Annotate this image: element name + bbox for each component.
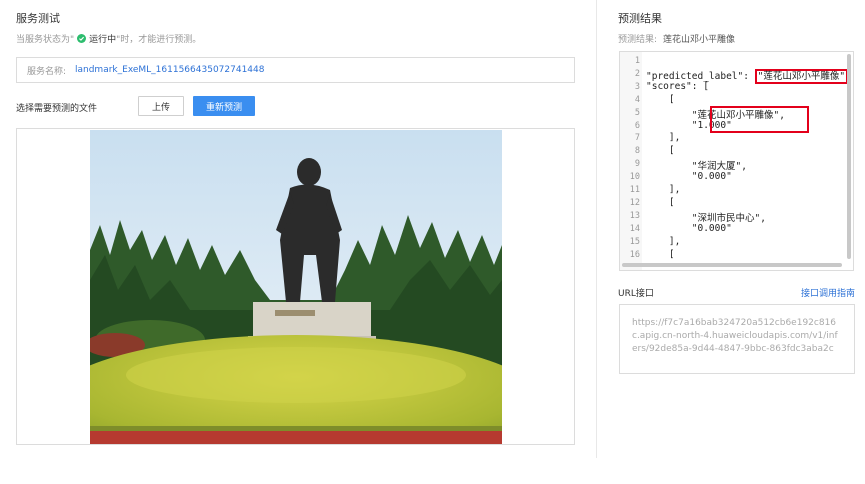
code-text: [ <box>646 93 675 105</box>
upload-button[interactable]: 上传 <box>138 96 184 116</box>
url-value[interactable]: https://f7c7a16bab324720a512cb6e192c816c… <box>619 304 855 374</box>
status-running: 运行中 <box>89 35 117 45</box>
code-line: ], <box>646 236 680 247</box>
file-select-label: 选择需要预测的文件 <box>16 104 98 114</box>
code-line: [ <box>646 145 675 156</box>
code-line: "华润大厦", <box>646 158 747 172</box>
status-hint: 当服务状态为" 运行中 "时，才能进行预测。 <box>16 32 201 45</box>
prediction-result-title: 预测结果 <box>618 12 662 25</box>
line-number: 8 <box>634 146 640 157</box>
line-number: 15 <box>629 236 640 247</box>
code-text: ], <box>646 235 681 247</box>
code-text: "0.000" <box>646 222 732 234</box>
status-hint-prefix: 当服务状态为" <box>16 35 75 45</box>
code-text: [ <box>646 248 675 260</box>
code-text: ], <box>646 132 681 144</box>
code-text: [ <box>646 196 675 208</box>
line-number: 6 <box>634 120 640 131</box>
result-summary-label: 预测结果: <box>618 35 658 45</box>
line-number: 1 <box>634 56 640 66</box>
line-number: 13 <box>629 210 640 221</box>
predicted-label-highlight: "莲花山邓小平雕像" <box>754 68 849 84</box>
vertical-scrollbar[interactable] <box>847 54 851 259</box>
url-interface-label: URL接口 <box>618 289 654 299</box>
line-number: 3 <box>634 81 640 92</box>
line-number: 10 <box>629 172 640 183</box>
line-number: 12 <box>629 197 640 208</box>
code-text: "0.000" <box>646 171 732 183</box>
line-number: 9 <box>634 159 640 170</box>
uploaded-photo <box>90 130 502 444</box>
line-number: 5 <box>634 107 640 118</box>
status-hint-suffix: "时，才能进行预测。 <box>116 35 202 45</box>
line-number: 14 <box>629 223 640 234</box>
line-number: 4 <box>634 94 640 105</box>
code-line: "predicted_label": "莲花山邓小平雕像" <box>646 68 849 84</box>
service-name-field: 服务名称: landmark_ExeML_1611566435072741448 <box>16 57 575 83</box>
line-number: 7 <box>634 133 640 144</box>
code-line: "scores": [ <box>646 81 709 92</box>
code-text: "scores": [ <box>646 80 709 92</box>
code-line: "0.000" <box>646 171 732 182</box>
line-number: 2 <box>634 68 640 79</box>
code-line: ], <box>646 184 680 195</box>
re-predict-button[interactable]: 重新预测 <box>193 96 255 116</box>
result-summary: 预测结果: 莲花山邓小平雕像 <box>618 32 735 45</box>
prediction-result-panel: 预测结果 预测结果: 莲花山邓小平雕像 1 2 "predicted_label": … <box>597 0 865 484</box>
json-result-viewer[interactable]: 1 2 "predicted_label": "莲花山邓小平雕像" 3 "scores"… <box>619 51 854 271</box>
line-number: 16 <box>629 249 640 260</box>
result-summary-value: 莲花山邓小平雕像 <box>663 35 736 45</box>
code-line: "0.000" <box>646 223 732 234</box>
api-guide-link[interactable]: 接口调用指南 <box>801 286 855 299</box>
check-circle-icon <box>77 34 87 43</box>
code-text: ], <box>646 184 681 195</box>
code-line: [ <box>646 249 675 260</box>
service-name-value: landmark_ExeML_1611566435072741448 <box>75 65 265 75</box>
image-preview-frame <box>16 128 575 445</box>
service-name-label: 服务名称: <box>27 66 67 77</box>
top-score-highlight <box>710 106 809 133</box>
code-line: ], <box>646 132 680 143</box>
line-number: 11 <box>629 185 640 195</box>
code-line: [ <box>646 94 675 105</box>
code-text: [ <box>646 145 675 157</box>
service-test-panel: 服务测试 当服务状态为" 运行中 "时，才能进行预测。 服务名称: landma… <box>0 0 596 484</box>
horizontal-scrollbar[interactable] <box>622 263 842 267</box>
code-line: [ <box>646 197 675 208</box>
code-line: "深圳市民中心", <box>646 210 766 224</box>
service-test-title: 服务测试 <box>16 12 60 25</box>
